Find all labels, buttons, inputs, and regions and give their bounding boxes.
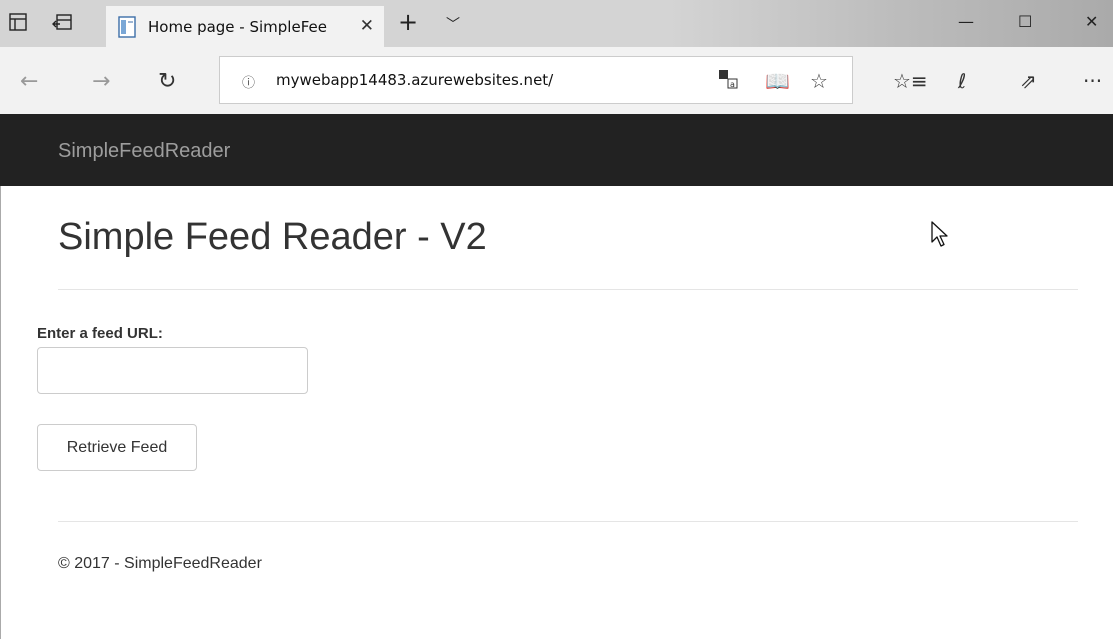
- browser-tab-strip: Home page - SimpleFee ✕ + ﹀ — ☐ ✕: [0, 0, 1113, 47]
- footer-text: © 2017 - SimpleFeedReader: [58, 555, 262, 572]
- back-arrow-icon[interactable]: ←: [20, 69, 38, 94]
- chevron-down-icon[interactable]: ﹀: [446, 14, 460, 34]
- browser-tab[interactable]: Home page - SimpleFee ✕: [106, 6, 384, 47]
- refresh-icon[interactable]: ↻: [158, 69, 176, 94]
- brand-link[interactable]: SimpleFeedReader: [58, 140, 230, 163]
- divider: [58, 289, 1078, 290]
- maximize-icon[interactable]: ☐: [1018, 12, 1032, 31]
- share-icon[interactable]: ⇗: [1020, 69, 1037, 93]
- plus-icon[interactable]: +: [398, 8, 418, 36]
- address-text[interactable]: mywebapp14483.azurewebsites.net/: [276, 71, 553, 89]
- minimize-icon[interactable]: —: [958, 12, 974, 31]
- tab-actions-icon[interactable]: [6, 10, 30, 34]
- site-navbar: SimpleFeedReader: [0, 114, 1113, 186]
- svg-text:a: a: [730, 80, 735, 89]
- translate-icon[interactable]: a: [718, 69, 738, 94]
- forward-arrow-icon[interactable]: →: [92, 69, 110, 94]
- page-title: Simple Feed Reader - V2: [58, 216, 487, 258]
- star-icon[interactable]: ☆: [810, 69, 828, 93]
- feed-url-input[interactable]: [37, 347, 308, 394]
- window-edge: [0, 186, 1, 639]
- set-aside-icon[interactable]: [50, 10, 74, 34]
- divider: [58, 521, 1078, 522]
- mouse-cursor-icon: [930, 220, 950, 248]
- retrieve-feed-button[interactable]: Retrieve Feed: [37, 424, 197, 471]
- close-icon[interactable]: ✕: [360, 16, 374, 36]
- feed-url-label: Enter a feed URL:: [37, 325, 163, 342]
- more-icon[interactable]: ···: [1083, 69, 1102, 93]
- book-icon[interactable]: 📖: [765, 69, 790, 93]
- address-bar[interactable]: ⓘ mywebapp14483.azurewebsites.net/ a 📖 ☆: [219, 56, 853, 104]
- info-icon[interactable]: ⓘ: [242, 72, 255, 91]
- close-window-icon[interactable]: ✕: [1085, 12, 1098, 31]
- page-icon: [116, 15, 138, 38]
- browser-toolbar: ← → ↻ ⓘ mywebapp14483.azurewebsites.net/…: [0, 47, 1113, 114]
- favorites-list-icon[interactable]: ☆≡: [893, 69, 928, 93]
- tab-title: Home page - SimpleFee: [148, 17, 327, 36]
- pen-icon[interactable]: ℓ: [958, 69, 966, 93]
